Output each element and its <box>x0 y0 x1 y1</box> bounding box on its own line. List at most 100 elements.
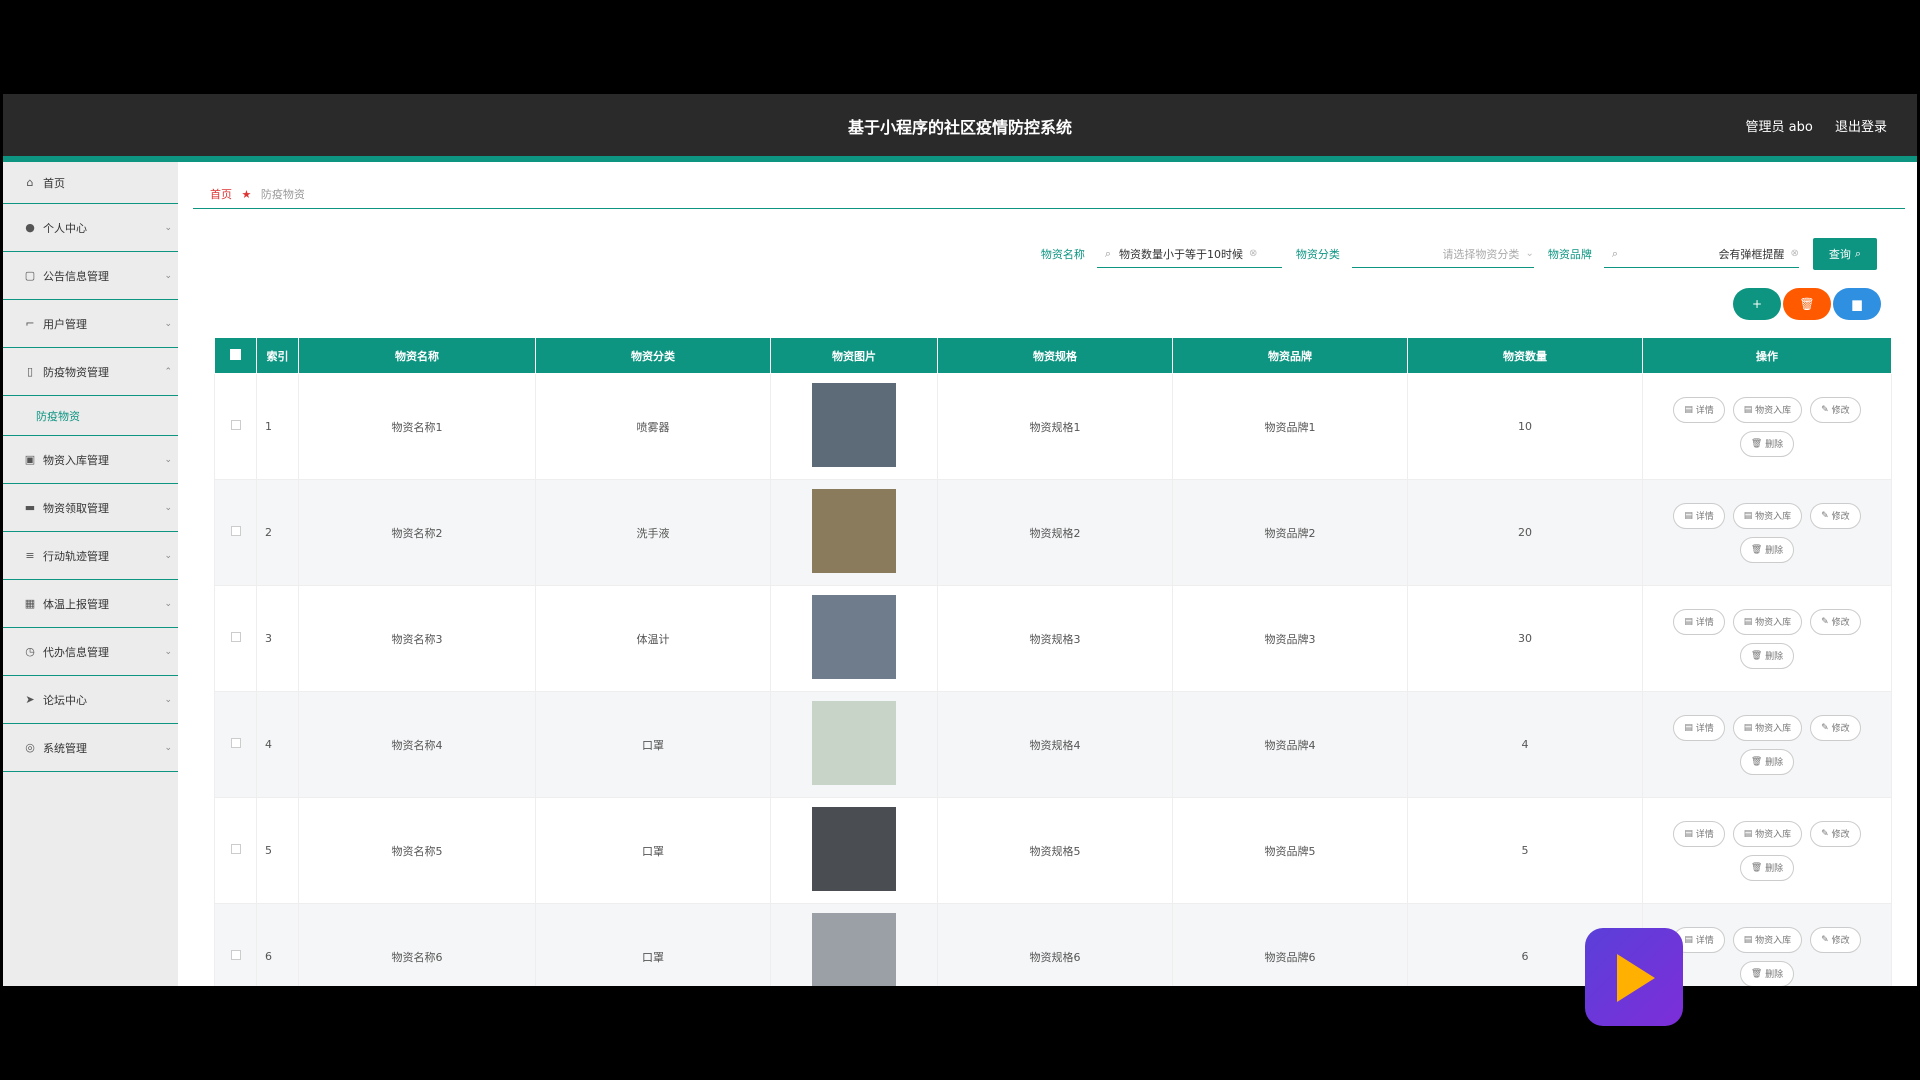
copy-icon: ▢ <box>24 269 36 282</box>
cell-qty: 10 <box>1407 373 1643 480</box>
cell-category: 洗手液 <box>535 479 771 586</box>
inbox-icon: ▣ <box>24 453 36 466</box>
edit-button[interactable]: ✎ 修改 <box>1810 396 1861 423</box>
brand-search-input[interactable]: ⌕ 会有弹框提醒 ⊗ <box>1603 240 1799 268</box>
stock-in-button[interactable]: ▤ 物资入库 <box>1732 820 1803 847</box>
logout-link[interactable]: 退出登录 <box>1835 120 1887 135</box>
delete-button[interactable]: 🗑 删除 <box>1739 536 1795 563</box>
add-button[interactable]: + <box>1733 288 1781 320</box>
delete-button[interactable]: 🗑 删除 <box>1739 642 1795 669</box>
sidebar-item-11[interactable]: ◎ 系统管理 ⌄ <box>3 724 178 772</box>
stock-in-button[interactable]: ▤ 物资入库 <box>1732 608 1803 635</box>
sidebar-item-2[interactable]: ▢ 公告信息管理 ⌄ <box>3 252 178 300</box>
stock-in-button[interactable]: ▤ 物资入库 <box>1732 502 1803 529</box>
detail-button[interactable]: ▤ 详情 <box>1673 714 1725 741</box>
stock-in-button[interactable]: ▤ 物资入库 <box>1732 714 1803 741</box>
detail-button[interactable]: ▤ 详情 <box>1673 820 1725 847</box>
sidebar-item-8[interactable]: ▦ 体温上报管理 ⌄ <box>3 580 178 628</box>
delete-button[interactable]: 🗑 删除 <box>1739 748 1795 775</box>
query-button[interactable]: 查询 ⌕ <box>1812 238 1877 270</box>
row-select-cell[interactable] <box>214 585 257 692</box>
cell-category: 口罩 <box>535 903 771 986</box>
edit-icon: ✎ <box>1821 616 1832 627</box>
sidebar-item-label: 个人中心 <box>43 221 87 235</box>
row-select-cell[interactable] <box>214 373 257 480</box>
row-checkbox[interactable] <box>230 632 241 642</box>
header-qty: 物资数量 <box>1407 337 1643 374</box>
doc-icon: ▤ <box>1684 722 1696 733</box>
delete-label: 删除 <box>1765 864 1784 874</box>
chevron-icon: ⌄ <box>164 646 172 657</box>
doc-icon: ▤ <box>1684 616 1696 627</box>
clear-icon[interactable]: ⊗ <box>1790 248 1798 259</box>
sidebar-subitem-supplies[interactable]: 防疫物资 <box>3 396 178 436</box>
select-all-cell[interactable] <box>214 337 257 374</box>
row-checkbox[interactable] <box>230 844 241 854</box>
sidebar-item-1[interactable]: ● 个人中心 ⌄ <box>3 204 178 252</box>
detail-button[interactable]: ▤ 详情 <box>1673 608 1725 635</box>
breadcrumb-home[interactable]: 首页 <box>210 188 232 201</box>
name-search-input[interactable]: ⌕ 物资数量小于等于10时候 ⊗ <box>1096 240 1282 268</box>
edit-button[interactable]: ✎ 修改 <box>1810 608 1861 635</box>
edit-label: 修改 <box>1831 406 1850 416</box>
sidebar-item-4[interactable]: ▯ 防疫物资管理 ⌃ <box>3 348 178 396</box>
cell-name: 物资名称3 <box>298 585 536 692</box>
row-select-cell[interactable] <box>214 691 257 798</box>
supply-image[interactable] <box>812 807 896 891</box>
row-checkbox[interactable] <box>230 950 241 960</box>
row-select-cell[interactable] <box>214 797 257 904</box>
chevron-icon: ⌄ <box>164 454 172 465</box>
cell-ops: ▤ 详情 ▤ 物资入库 ✎ 修改 🗑 删除 <box>1642 797 1892 904</box>
stats-button[interactable]: ▆ <box>1833 288 1881 320</box>
supply-image[interactable] <box>812 383 896 467</box>
table-row: 4 物资名称4 口罩 物资规格4 物资品牌4 4 ▤ 详情 ▤ 物资入库 ✎ 修改 🗑 删除 <box>214 691 1892 798</box>
cell-category: 口罩 <box>535 691 771 798</box>
clear-icon[interactable]: ⊗ <box>1249 248 1257 259</box>
row-checkbox[interactable] <box>230 526 241 536</box>
edit-button[interactable]: ✎ 修改 <box>1810 926 1861 953</box>
sidebar-item-7[interactable]: ≡ 行动轨迹管理 ⌄ <box>3 532 178 580</box>
header-category: 物资分类 <box>535 337 771 374</box>
select-all-checkbox[interactable] <box>230 348 241 360</box>
stock-in-label: 物资入库 <box>1755 724 1792 734</box>
stock-in-button[interactable]: ▤ 物资入库 <box>1732 396 1803 423</box>
user-icon: ● <box>25 221 35 234</box>
delete-button[interactable]: 🗑 删除 <box>1739 430 1795 457</box>
cell-category: 喷雾器 <box>535 373 771 480</box>
supply-image[interactable] <box>812 701 896 785</box>
row-select-cell[interactable] <box>214 479 257 586</box>
row-checkbox[interactable] <box>230 738 241 748</box>
supply-image[interactable] <box>812 595 896 679</box>
sidebar: ⌂ 首页 ● 个人中心 ⌄ ▢ 公告信息管理 ⌄ ⌐ 用户管理 ⌄ ▯ 防疫物资管理 ⌃ 防疫物资 ▣ 物资入库… <box>3 162 178 986</box>
row-checkbox[interactable] <box>230 420 241 430</box>
cell-category: 体温计 <box>535 585 771 692</box>
detail-button[interactable]: ▤ 详情 <box>1673 502 1725 529</box>
sidebar-item-0[interactable]: ⌂ 首页 <box>3 162 178 204</box>
sidebar-item-3[interactable]: ⌐ 用户管理 ⌄ <box>3 300 178 348</box>
header-index: 索引 <box>256 337 299 374</box>
cell-spec: 物资规格2 <box>937 479 1173 586</box>
search-icon: ⌕ <box>1104 246 1111 260</box>
sidebar-item-label: 首页 <box>43 176 65 190</box>
stock-in-button[interactable]: ▤ 物资入库 <box>1732 926 1803 953</box>
category-select[interactable]: 请选择物资分类 ⌄ <box>1351 240 1534 268</box>
supply-image[interactable] <box>812 913 896 986</box>
edit-button[interactable]: ✎ 修改 <box>1810 714 1861 741</box>
crop-icon: ⌐ <box>25 317 35 330</box>
trash-icon: 🗑 <box>1750 968 1766 979</box>
batch-delete-button[interactable]: 🗑 <box>1783 288 1831 320</box>
header-ops: 操作 <box>1642 337 1892 374</box>
supply-image[interactable] <box>812 489 896 573</box>
delete-button[interactable]: 🗑 删除 <box>1739 960 1795 986</box>
sidebar-item-5[interactable]: ▣ 物资入库管理 ⌄ <box>3 436 178 484</box>
sidebar-item-6[interactable]: ▬ 物资领取管理 ⌄ <box>3 484 178 532</box>
sidebar-item-label: 物资入库管理 <box>43 453 109 467</box>
stock-in-label: 物资入库 <box>1755 618 1792 628</box>
row-select-cell[interactable] <box>214 903 257 986</box>
edit-button[interactable]: ✎ 修改 <box>1810 502 1861 529</box>
edit-button[interactable]: ✎ 修改 <box>1810 820 1861 847</box>
detail-button[interactable]: ▤ 详情 <box>1673 396 1725 423</box>
delete-button[interactable]: 🗑 删除 <box>1739 854 1795 881</box>
sidebar-item-10[interactable]: ➤ 论坛中心 ⌄ <box>3 676 178 724</box>
sidebar-item-9[interactable]: ◷ 代办信息管理 ⌄ <box>3 628 178 676</box>
